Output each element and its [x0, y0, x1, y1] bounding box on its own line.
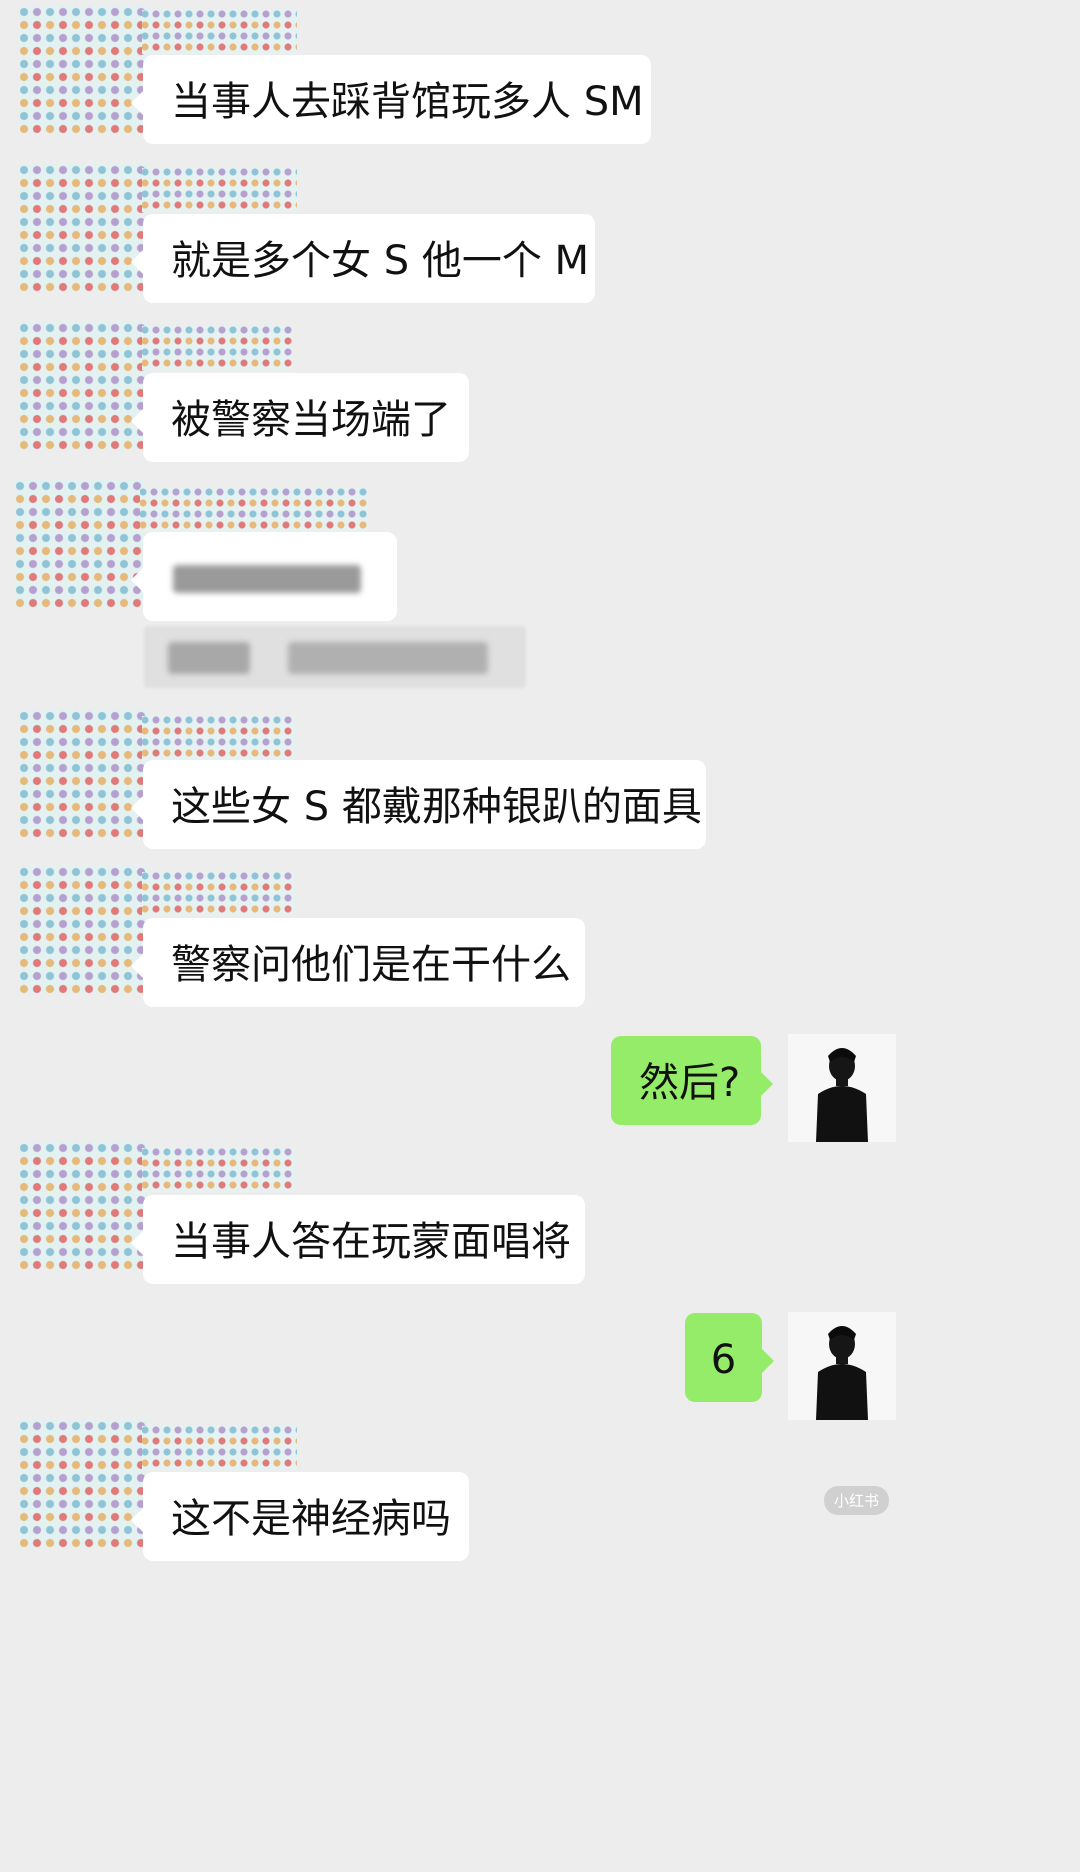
message-text: 就是多个女 S 他一个 M: [171, 238, 590, 284]
redacted-quote-text: [168, 642, 250, 674]
message-text: 6: [710, 1337, 737, 1383]
contact-name-redacted: [142, 326, 292, 370]
contact-avatar[interactable]: [20, 1142, 148, 1270]
contact-name-redacted: [142, 10, 297, 54]
contact-name-redacted: [142, 716, 295, 760]
message-bubble[interactable]: 就是多个女 S 他一个 M: [131, 214, 595, 303]
message-bubble[interactable]: 这些女 S 都戴那种银趴的面具: [131, 760, 706, 849]
contact-avatar[interactable]: [20, 710, 148, 838]
message-bubble[interactable]: 当事人答在玩蒙面唱将: [131, 1195, 585, 1284]
user-avatar[interactable]: [788, 1312, 896, 1420]
contact-name-redacted: [142, 1148, 295, 1192]
message-bubble[interactable]: 警察问他们是在干什么: [131, 918, 585, 1007]
contact-avatar[interactable]: [16, 480, 144, 608]
redacted-quote-text: [288, 642, 488, 674]
message-text: 然后?: [639, 1060, 741, 1106]
contact-avatar[interactable]: [20, 1420, 148, 1548]
person-silhouette-icon: [788, 1312, 896, 1420]
message-text: 这些女 S 都戴那种银趴的面具: [171, 784, 702, 830]
person-silhouette-icon: [788, 1034, 896, 1142]
message-bubble[interactable]: 这不是神经病吗: [131, 1472, 469, 1561]
redacted-message-bubble[interactable]: [131, 532, 397, 621]
contact-avatar[interactable]: [20, 866, 148, 994]
message-text: 警察问他们是在干什么: [171, 942, 571, 988]
contact-name-redacted: [140, 488, 368, 532]
redacted-text: [173, 565, 361, 593]
chat-area: 当事人去踩背馆玩多人 SM 就是多个女 S 他一个 M 被警察当场端了 这些女 …: [0, 0, 1080, 1872]
sent-message-bubble[interactable]: 然后?: [611, 1036, 773, 1125]
sent-message-bubble[interactable]: 6: [685, 1313, 774, 1402]
user-avatar[interactable]: [788, 1034, 896, 1142]
message-bubble[interactable]: 当事人去踩背馆玩多人 SM: [131, 55, 651, 144]
message-text: 这不是神经病吗: [171, 1496, 451, 1542]
watermark: 小红书: [824, 1486, 890, 1515]
message-bubble[interactable]: 被警察当场端了: [131, 373, 469, 462]
message-text: 被警察当场端了: [171, 397, 451, 443]
contact-name-redacted: [142, 872, 295, 916]
contact-name-redacted: [142, 168, 297, 212]
contact-avatar[interactable]: [20, 322, 148, 450]
message-text: 当事人去踩背馆玩多人 SM: [171, 79, 644, 125]
message-text: 当事人答在玩蒙面唱将: [171, 1219, 571, 1265]
contact-avatar[interactable]: [20, 6, 148, 134]
contact-name-redacted: [142, 1426, 297, 1470]
contact-avatar[interactable]: [20, 164, 148, 292]
